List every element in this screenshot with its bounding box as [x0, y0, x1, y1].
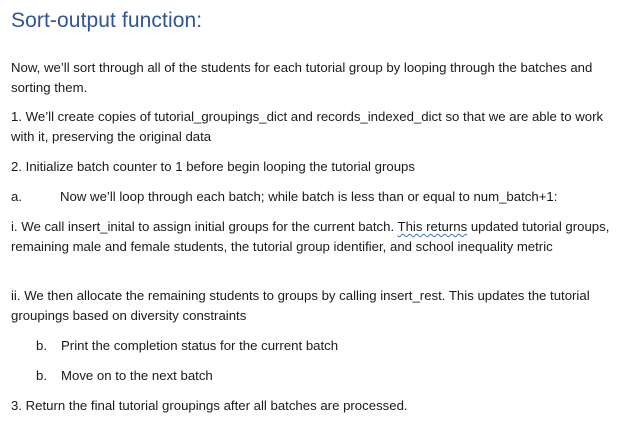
step-i-paragraph: i. We call insert_inital to assign initi…	[11, 217, 617, 256]
step-a-marker: a.	[11, 189, 22, 204]
step-3-paragraph: 3. Return the final tutorial groupings a…	[11, 398, 408, 413]
section-heading: Sort-output function:	[11, 9, 203, 32]
step-i-text-start: i. We call insert_inital to assign initi…	[11, 219, 398, 234]
step-1-paragraph: 1. We’ll create copies of tutorial_group…	[11, 109, 604, 144]
step-b1-marker: b.	[36, 338, 47, 353]
step-2-paragraph: 2. Initialize batch counter to 1 before …	[11, 159, 415, 174]
step-a-text: Now we’ll loop through each batch; while…	[60, 189, 558, 204]
step-b1-text: Print the completion status for the curr…	[61, 338, 339, 353]
step-b2-marker: b.	[36, 368, 47, 383]
step-b2-text: Move on to the next batch	[61, 368, 213, 383]
intro-paragraph: Now, we’ll sort through all of the stude…	[11, 60, 593, 95]
step-ii-paragraph: ii. We then allocate the remaining stude…	[11, 288, 590, 323]
grammar-flagged-text[interactable]: This returns	[398, 219, 468, 234]
